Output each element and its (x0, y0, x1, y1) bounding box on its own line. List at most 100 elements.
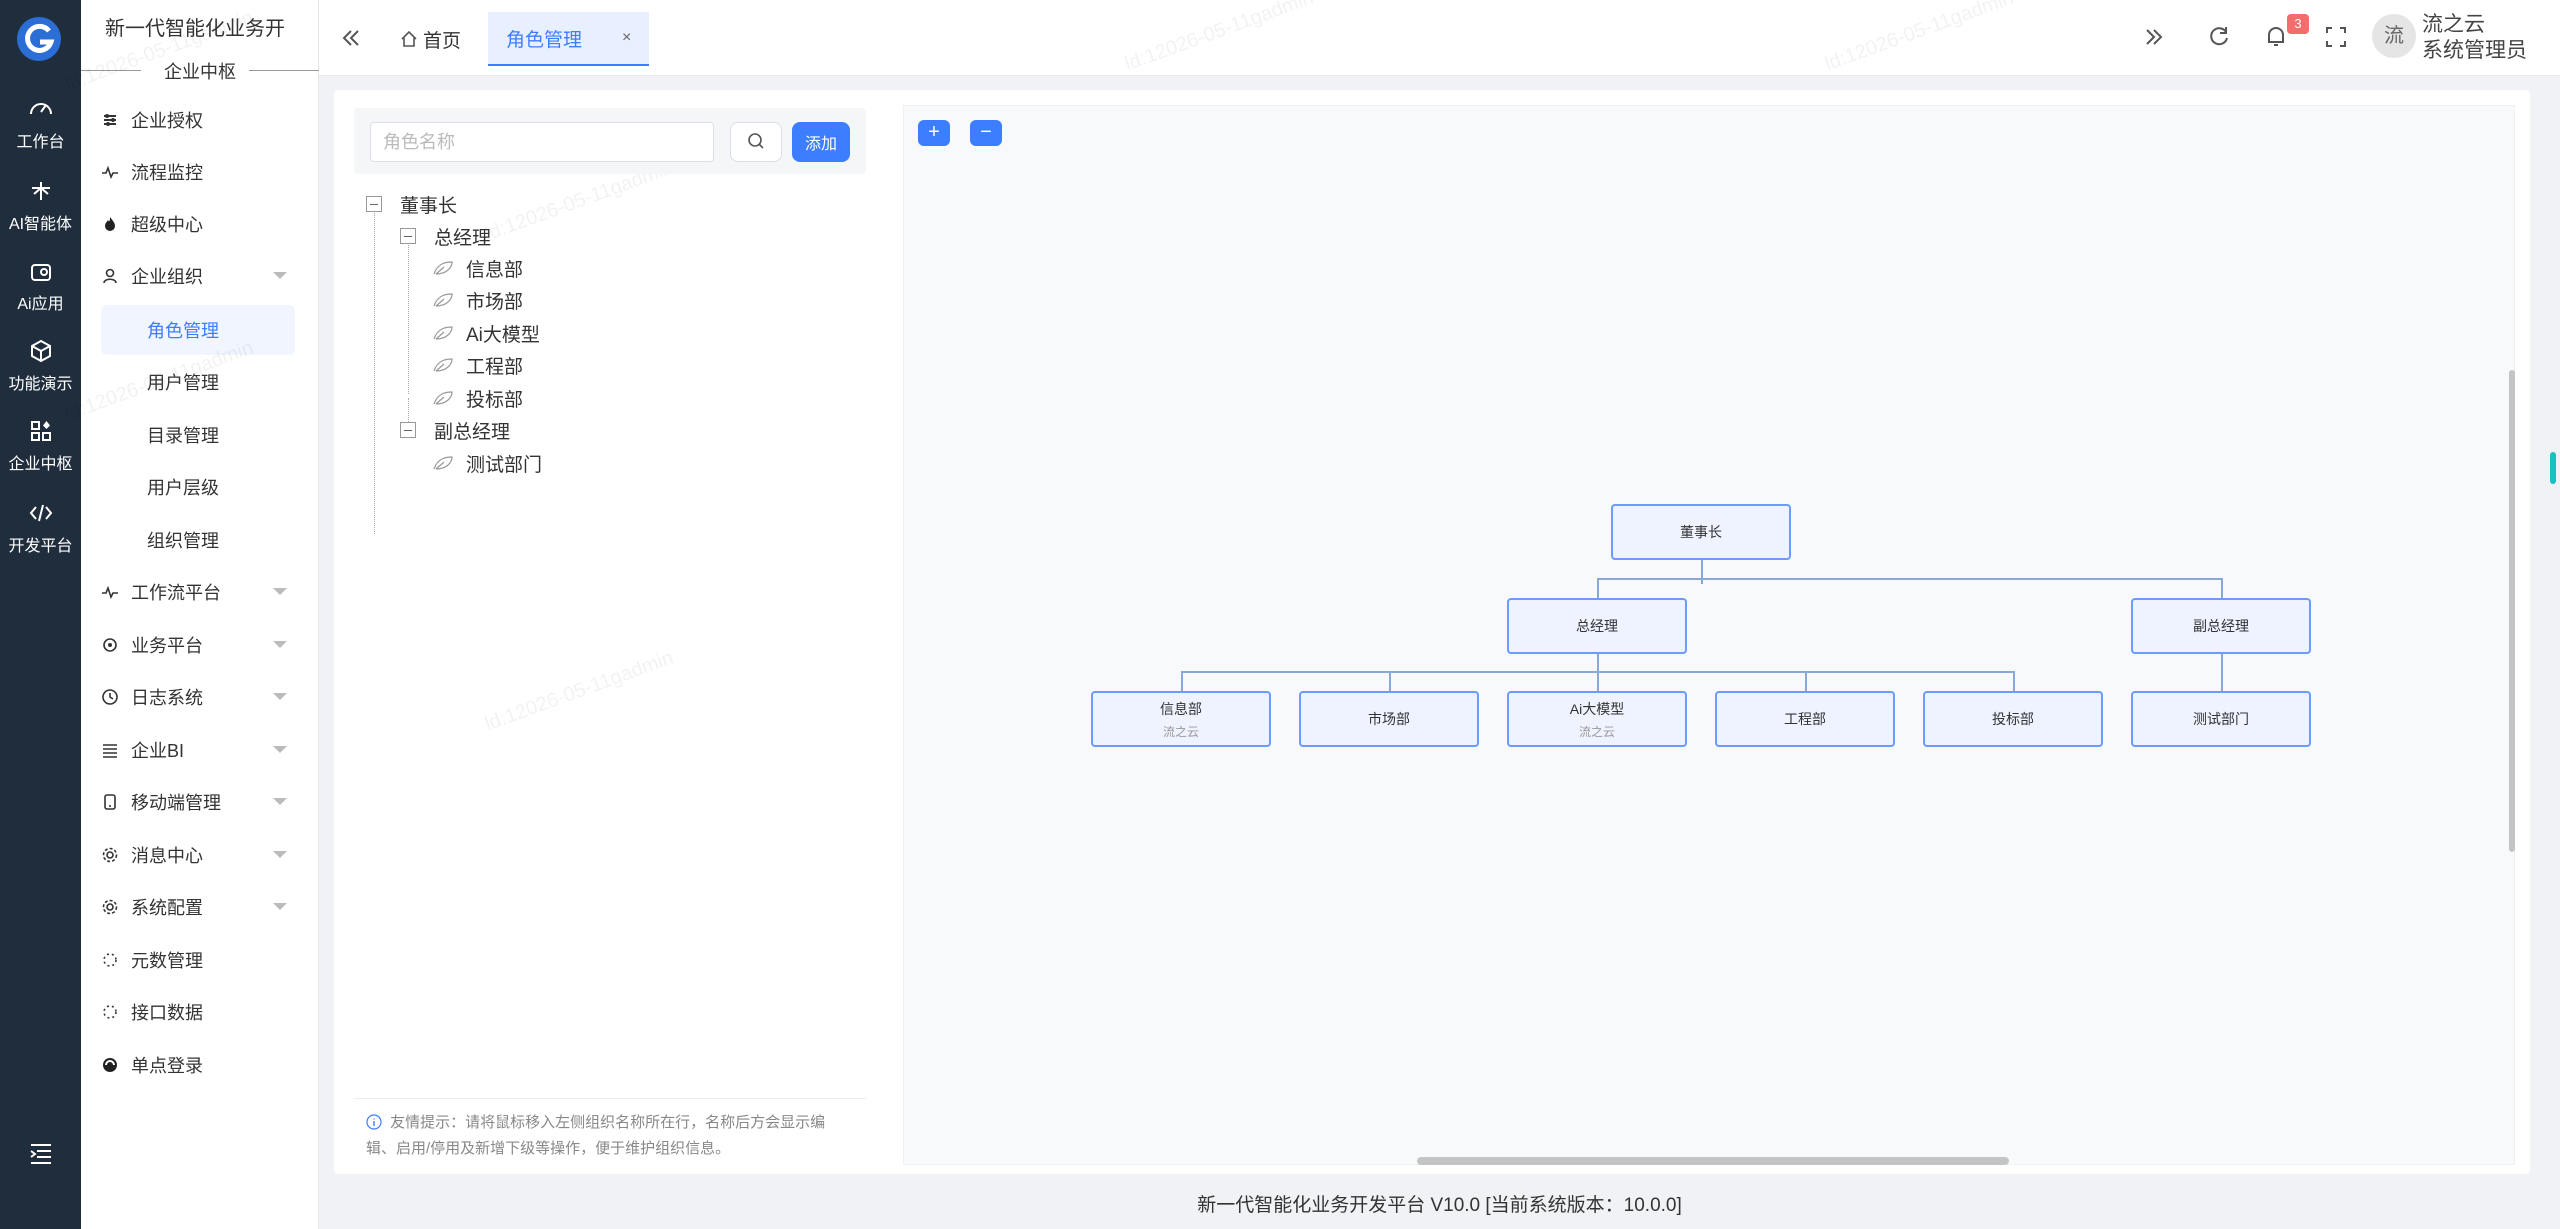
fullscreen-icon[interactable] (2323, 24, 2349, 50)
org-node-label: 副总经理 (2193, 618, 2249, 634)
org-chart-canvas[interactable]: + − 董事长 总经理 副总经理 信息部 流之云 市场部 Ai大模型 流之云 工… (903, 105, 2515, 1165)
bell-icon[interactable] (2263, 24, 2289, 50)
menu-sub-label: 角色管理 (147, 321, 219, 341)
search-button[interactable] (730, 122, 782, 162)
collapse-icon[interactable] (400, 422, 416, 438)
rail-item-label: 工作台 (16, 134, 65, 151)
menu-sub-label: 用户管理 (147, 373, 219, 393)
menu-item-business-platform[interactable]: 业务平台 (101, 623, 301, 667)
menu-sub-role-management[interactable]: 角色管理 (101, 305, 295, 355)
add-button[interactable]: 添加 (792, 122, 850, 162)
tree-node-test-dept[interactable]: 测试部门 (432, 449, 542, 477)
menu-item-process-monitor[interactable]: 流程监控 (101, 150, 301, 194)
tree-node-ai-model[interactable]: Ai大模型 (432, 319, 540, 347)
circle-icon (103, 638, 117, 652)
menu-item-mobile-management[interactable]: 移动端管理 (101, 780, 301, 824)
notification-badge: 3 (2287, 14, 2309, 34)
chevron-down-icon (273, 851, 287, 858)
org-node-info-dept[interactable]: 信息部 流之云 (1091, 691, 1271, 747)
tree-node-market-dept[interactable]: 市场部 (432, 286, 523, 314)
cube-icon (30, 339, 51, 363)
org-node-ai-model[interactable]: Ai大模型 流之云 (1507, 691, 1687, 747)
chevron-down-icon (273, 641, 287, 648)
horizontal-scrollbar[interactable] (1417, 1157, 2009, 1165)
menu-item-interface-data[interactable]: 接口数据 (101, 990, 301, 1034)
gear-icon (102, 899, 118, 915)
menu-item-label: 业务平台 (131, 636, 203, 656)
org-node-general-manager[interactable]: 总经理 (1507, 598, 1687, 654)
chevron-down-icon (273, 903, 287, 910)
org-node-chairman[interactable]: 董事长 (1611, 504, 1791, 560)
org-node-market-dept[interactable]: 市场部 (1299, 691, 1479, 747)
tree-node-engineering-dept[interactable]: 工程部 (432, 351, 523, 379)
side-indicator[interactable] (2550, 452, 2556, 484)
app-icon (30, 264, 51, 281)
menu-item-system-config[interactable]: 系统配置 (101, 885, 301, 929)
rail-item-label: 开发平台 (8, 538, 73, 555)
menu-collapse-icon[interactable] (28, 1140, 54, 1166)
org-node-label: 投标部 (1992, 711, 2034, 727)
search-bar: 添加 (354, 108, 866, 174)
zoom-in-button[interactable]: + (918, 120, 950, 146)
tab-label: 首页 (423, 30, 462, 52)
code-icon (29, 504, 52, 522)
double-chevron-left-icon[interactable] (339, 26, 363, 50)
rail-item-dev-platform[interactable]: 开发平台 (0, 500, 81, 556)
org-node-label: 董事长 (1680, 524, 1722, 540)
rail-item-ai-app[interactable]: Ai应用 (0, 258, 81, 314)
tree-node-chairman[interactable]: 董事长 (366, 190, 457, 218)
menu-item-sso[interactable]: 单点登录 (101, 1043, 301, 1087)
rail-item-label: Ai应用 (17, 296, 64, 313)
user-info[interactable]: 流之云 系统管理员 (2422, 12, 2527, 64)
rail-item-demo[interactable]: 功能演示 (0, 338, 81, 394)
rail-item-enterprise-hub[interactable]: 企业中枢 (0, 418, 81, 474)
zoom-out-button[interactable]: − (970, 120, 1002, 146)
tab-role-management[interactable]: 角色管理 × (488, 12, 650, 66)
org-node-engineering-dept[interactable]: 工程部 (1715, 691, 1895, 747)
dashboard-icon (29, 103, 52, 115)
tree-node-label: 董事长 (400, 195, 458, 217)
menu-item-metadata-management[interactable]: 元数管理 (101, 938, 301, 982)
menu-item-label: 日志系统 (131, 688, 203, 708)
tree-node-label: 市场部 (466, 291, 524, 313)
tree-node-general-manager[interactable]: 总经理 (400, 222, 491, 250)
org-node-bidding-dept[interactable]: 投标部 (1923, 691, 2103, 747)
menu-item-label: 流程监控 (131, 163, 203, 183)
tab-home[interactable]: 首页 (381, 12, 479, 66)
rail-item-ai-agent[interactable]: AI智能体 (0, 178, 81, 234)
tree-node-bidding-dept[interactable]: 投标部 (432, 384, 523, 412)
leaf-icon (433, 261, 453, 275)
menu-item-label: 移动端管理 (131, 793, 221, 813)
tree-node-info-dept[interactable]: 信息部 (432, 254, 523, 282)
menu-item-log-system[interactable]: 日志系统 (101, 675, 301, 719)
rail-item-label: AI智能体 (8, 216, 73, 233)
menu-sub-label: 用户层级 (147, 478, 219, 498)
double-chevron-right-icon[interactable] (2141, 24, 2167, 50)
menu-item-enterprise-bi[interactable]: 企业BI (101, 728, 301, 772)
rail-item-label: 功能演示 (8, 376, 73, 393)
org-node-test-dept[interactable]: 测试部门 (2131, 691, 2311, 747)
collapse-icon[interactable] (400, 228, 416, 244)
tree-node-label: Ai大模型 (466, 324, 540, 346)
menu-item-enterprise-org[interactable]: 企业组织 (101, 254, 301, 298)
rail-item-workbench[interactable]: 工作台 (0, 96, 81, 152)
org-node-label: Ai大模型 (1569, 700, 1625, 717)
menu-item-message-center[interactable]: 消息中心 (101, 833, 301, 877)
avatar[interactable]: 流 (2372, 14, 2416, 58)
vertical-scrollbar[interactable] (2509, 370, 2515, 852)
collapse-icon[interactable] (366, 196, 382, 212)
tree-node-deputy-gm[interactable]: 副总经理 (400, 416, 510, 444)
menu-item-label: 超级中心 (131, 215, 203, 235)
chevron-down-icon (273, 798, 287, 805)
close-icon[interactable]: × (622, 29, 631, 47)
org-node-owner: 流之云 (1578, 724, 1615, 739)
side-menu: 新一代智能化业务开 企业中枢 企业授权 流程监控 超级中心 企业组织 角色管理 … (81, 0, 319, 1229)
refresh-icon[interactable] (2206, 24, 2232, 50)
menu-item-enterprise-auth[interactable]: 企业授权 (101, 98, 301, 142)
org-node-deputy-gm[interactable]: 副总经理 (2131, 598, 2311, 654)
role-name-input[interactable] (370, 122, 714, 162)
menu-item-workflow-platform[interactable]: 工作流平台 (101, 570, 301, 614)
search-icon (748, 132, 764, 149)
clock-icon (102, 689, 118, 705)
menu-item-super-center[interactable]: 超级中心 (101, 202, 301, 246)
